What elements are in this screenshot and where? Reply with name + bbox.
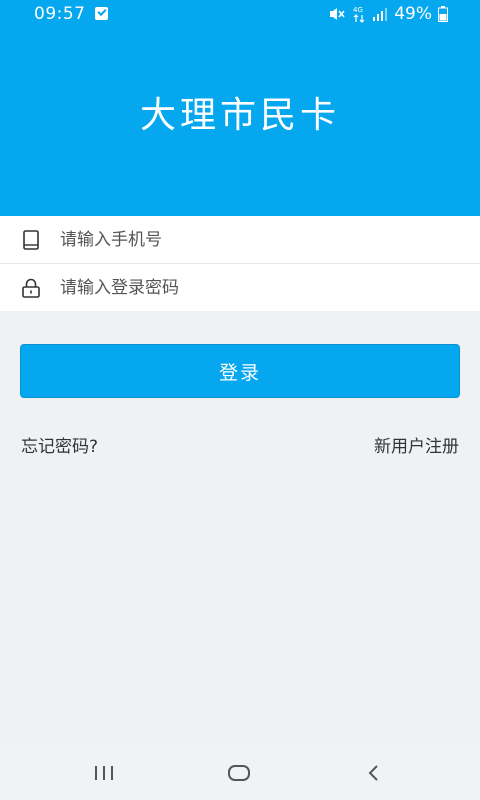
login-button[interactable]: 登录: [20, 344, 460, 398]
home-icon[interactable]: [217, 758, 261, 788]
svg-text:4G: 4G: [353, 6, 363, 14]
signal-icon: [373, 8, 388, 21]
battery-icon: [438, 6, 448, 22]
password-input[interactable]: [60, 264, 460, 311]
register-link[interactable]: 新用户注册: [374, 432, 459, 457]
phone-row: [0, 216, 480, 263]
status-indicators: 4G 49%: [328, 4, 448, 24]
header-banner: 09:57 4G 49% 大理市民卡: [0, 0, 480, 216]
battery-percent: 49%: [394, 4, 432, 24]
status-time: 09:57: [34, 4, 86, 24]
back-icon[interactable]: [352, 758, 396, 788]
lock-icon: [22, 278, 40, 298]
system-nav-bar: [0, 746, 480, 800]
login-form: [0, 216, 480, 311]
recent-apps-icon[interactable]: [82, 758, 126, 788]
forgot-password-link[interactable]: 忘记密码?: [21, 432, 98, 457]
4g-icon: 4G: [353, 6, 365, 23]
phone-icon: [23, 229, 39, 250]
password-row: [0, 263, 480, 311]
notification-check-icon: [95, 7, 108, 20]
mute-icon: [330, 8, 345, 20]
status-bar: 09:57 4G 49%: [0, 0, 480, 28]
phone-input[interactable]: [60, 216, 460, 263]
app-title: 大理市民卡: [139, 95, 340, 136]
